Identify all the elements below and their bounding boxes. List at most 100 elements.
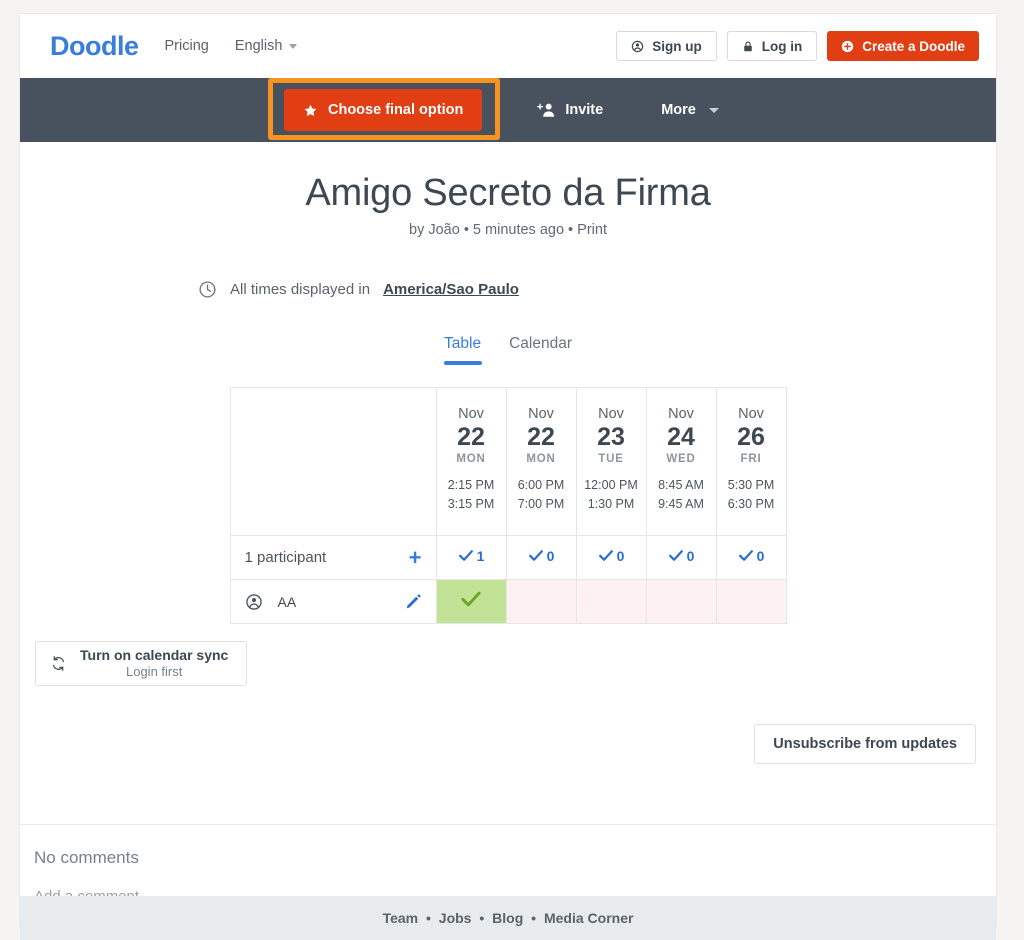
signup-button[interactable]: Sign up	[616, 31, 717, 61]
pencil-icon[interactable]	[405, 593, 422, 610]
check-icon	[458, 550, 473, 562]
slot-end: 3:15 PM	[447, 496, 495, 511]
timezone-notice: All times displayed in America/Sao Paulo	[198, 280, 996, 299]
login-label: Log in	[761, 38, 803, 54]
footer-separator: •	[479, 910, 485, 926]
date-column-1[interactable]: Nov 22 MON 6:00 PM 7:00 PM	[505, 387, 577, 536]
vote-count-value: 0	[616, 547, 625, 564]
top-header: Doodle Pricing English Sign up Log in Cr…	[20, 14, 996, 78]
participant-name: AA	[277, 593, 297, 610]
check-icon	[598, 550, 613, 562]
date-weekday: FRI	[740, 452, 762, 465]
chevron-down-icon	[708, 107, 719, 113]
language-selector[interactable]: English	[235, 38, 298, 54]
poll-toolbar-items: Choose final option Invite More	[284, 89, 719, 131]
check-icon	[460, 590, 482, 608]
footer-link-media-corner[interactable]: Media Corner	[544, 910, 633, 926]
date-column-0[interactable]: Nov 22 MON 2:15 PM 3:15 PM	[435, 387, 507, 536]
unsubscribe-wrapper: Unsubscribe from updates	[20, 724, 976, 764]
vote-count-value: 0	[686, 547, 695, 564]
timezone-link[interactable]: America/Sao Paulo	[383, 281, 519, 298]
vote-count: 1	[458, 547, 485, 564]
tab-table[interactable]: Table	[444, 335, 481, 365]
calendar-sync-text: Turn on calendar sync Login first	[80, 647, 228, 681]
poll-table: Nov 22 MON 2:15 PM 3:15 PM Nov 22 MON 6:…	[229, 387, 787, 624]
date-month: Nov	[598, 406, 624, 422]
account-actions: Sign up Log in Create a Doodle	[616, 31, 980, 61]
star-icon	[303, 103, 318, 118]
choose-final-option-label: Choose final option	[328, 102, 464, 118]
date-month: Nov	[528, 406, 554, 422]
slot-start: 8:45 AM	[658, 477, 704, 492]
sync-icon	[50, 655, 67, 672]
date-times: 2:15 PM 3:15 PM	[437, 476, 506, 515]
calendar-sync-button[interactable]: Turn on calendar sync Login first	[35, 641, 247, 686]
comments-divider	[20, 824, 996, 825]
slot-end: 6:30 PM	[727, 496, 775, 511]
check-icon	[738, 550, 753, 562]
date-weekday: WED	[666, 452, 696, 465]
invite-button[interactable]: Invite	[537, 102, 603, 118]
vote-count-cell-3: 0	[645, 535, 717, 580]
unsubscribe-button[interactable]: Unsubscribe from updates	[754, 724, 976, 764]
app-card: Doodle Pricing English Sign up Log in Cr…	[20, 14, 996, 926]
answer-cell-2[interactable]	[575, 579, 647, 624]
date-day: 23	[597, 423, 625, 451]
vote-count-cell-0: 1	[435, 535, 507, 580]
vote-count-cell-2: 0	[575, 535, 647, 580]
date-day: 26	[737, 423, 765, 451]
date-column-3[interactable]: Nov 24 WED 8:45 AM 9:45 AM	[645, 387, 717, 536]
footer-link-jobs[interactable]: Jobs	[439, 910, 472, 926]
table-header-row: Nov 22 MON 2:15 PM 3:15 PM Nov 22 MON 6:…	[229, 387, 787, 536]
table-row: AA	[229, 579, 787, 624]
answer-cell-0[interactable]	[435, 579, 507, 624]
doodle-logo[interactable]: Doodle	[50, 31, 139, 62]
date-day: 22	[457, 423, 485, 451]
choose-final-option-button[interactable]: Choose final option	[284, 89, 483, 131]
date-times: 8:45 AM 9:45 AM	[647, 476, 716, 515]
create-doodle-button[interactable]: Create a Doodle	[827, 31, 979, 61]
date-times: 5:30 PM 6:30 PM	[717, 476, 786, 515]
plus-icon[interactable]: +	[409, 546, 422, 569]
vote-count: 0	[528, 547, 555, 564]
date-weekday: MON	[456, 452, 486, 465]
person-circle-icon	[245, 593, 263, 611]
header-empty-cell	[229, 387, 437, 536]
check-icon	[528, 550, 543, 562]
view-tabs: Table Calendar	[20, 335, 996, 365]
vote-count-cell-4: 0	[715, 535, 787, 580]
vote-count: 0	[668, 547, 695, 564]
date-column-4[interactable]: Nov 26 FRI 5:30 PM 6:30 PM	[715, 387, 787, 536]
answer-cell-1[interactable]	[505, 579, 577, 624]
more-menu-button[interactable]: More	[661, 102, 719, 118]
user-icon	[631, 40, 644, 53]
date-weekday: TUE	[598, 452, 624, 465]
nav-link-pricing[interactable]: Pricing	[165, 38, 209, 54]
vote-count: 0	[598, 547, 625, 564]
answer-cell-4[interactable]	[715, 579, 787, 624]
tab-calendar[interactable]: Calendar	[509, 335, 572, 365]
create-doodle-label: Create a Doodle	[862, 38, 965, 54]
invite-label: Invite	[565, 102, 604, 118]
footer-separator: •	[426, 910, 431, 926]
date-times: 6:00 PM 7:00 PM	[507, 476, 576, 515]
calendar-sync-title: Turn on calendar sync	[80, 646, 229, 663]
vote-count-value: 1	[476, 547, 485, 564]
footer-link-team[interactable]: Team	[383, 910, 419, 926]
footer-links: Team • Jobs • Blog • Media Corner	[383, 910, 634, 926]
date-day: 24	[667, 423, 695, 451]
answer-cell-3[interactable]	[645, 579, 717, 624]
date-day: 22	[527, 423, 555, 451]
chevron-down-icon	[289, 43, 298, 49]
participant-count-cell: 1 participant +	[229, 535, 437, 580]
poll-toolbar: Choose final option Invite More	[20, 78, 996, 142]
check-icon	[668, 550, 683, 562]
vote-count-cell-1: 0	[505, 535, 577, 580]
vote-count-value: 0	[546, 547, 555, 564]
login-button[interactable]: Log in	[726, 31, 818, 61]
timezone-prefix: All times displayed in	[230, 281, 371, 298]
date-column-2[interactable]: Nov 23 TUE 12:00 PM 1:30 PM	[575, 387, 647, 536]
footer-link-blog[interactable]: Blog	[492, 910, 523, 926]
date-weekday: MON	[526, 452, 556, 465]
vote-count-value: 0	[756, 547, 765, 564]
